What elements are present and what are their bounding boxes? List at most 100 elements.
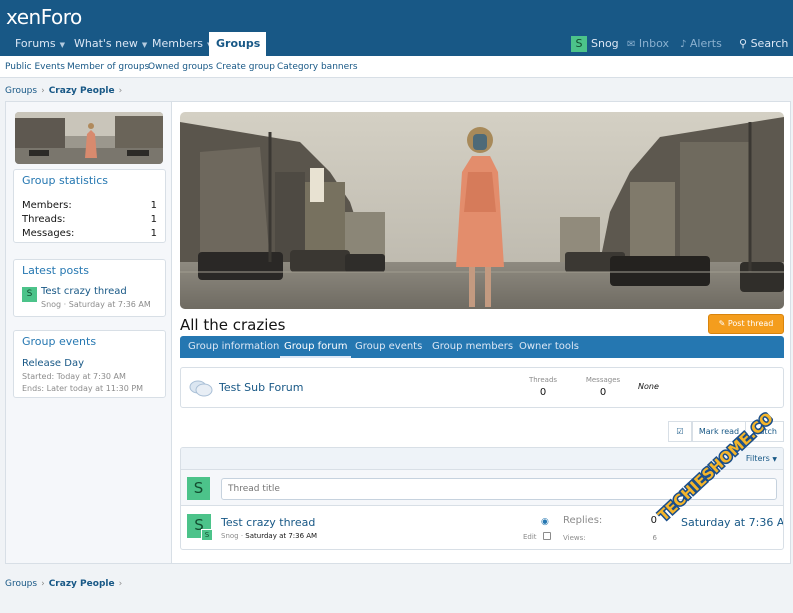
- views-label: Views:: [563, 534, 586, 542]
- subforum-link[interactable]: Test Sub Forum: [219, 381, 303, 394]
- checkbox-icon: ☑: [676, 427, 684, 436]
- envelope-icon: ✉: [627, 39, 636, 50]
- group-title: All the crazies: [180, 316, 286, 334]
- latest-post-meta: Snog · Saturday at 7:36 AM: [41, 300, 151, 309]
- user-avatar: S: [571, 36, 587, 52]
- stat-value: 1: [150, 228, 157, 239]
- group-events-block: Group events Release Day Started: Today …: [13, 330, 166, 398]
- threads-count: 0: [539, 387, 547, 398]
- caret-down-icon: ▼: [772, 456, 777, 463]
- breadcrumb-groups[interactable]: Groups: [5, 579, 37, 589]
- last-post: None: [638, 382, 659, 391]
- avatar[interactable]: S: [187, 477, 210, 500]
- nav-whats-new[interactable]: What's new ▼: [67, 32, 154, 56]
- multi-select-button[interactable]: ☑: [668, 421, 692, 442]
- thread-title-link[interactable]: Test crazy thread: [221, 516, 315, 529]
- stat-row: Members: 1: [22, 200, 157, 211]
- alerts-label: Alerts: [689, 37, 722, 50]
- breadcrumb-bottom: Groups › Crazy People ›: [5, 579, 126, 589]
- chevron-right-icon: ›: [41, 579, 45, 589]
- tab-group-members[interactable]: Group members: [428, 336, 517, 358]
- last-post-date[interactable]: Saturday at 7:36 AM: [681, 516, 783, 529]
- user-menu[interactable]: S Snog: [571, 32, 619, 56]
- stat-value: 1: [150, 200, 157, 211]
- subnav-category-banners[interactable]: Category banners: [277, 56, 358, 78]
- event-start: Started: Today at 7:30 AM: [22, 372, 126, 381]
- main-nav: Forums▼ What's new▼ Members ▼ Groups S Sno…: [0, 32, 793, 58]
- stat-label: Members:: [22, 200, 72, 211]
- tab-group-forum[interactable]: Group forum: [280, 336, 352, 358]
- header: xenForo Forums▼ What's new▼ Members ▼ Gro…: [0, 0, 793, 58]
- subnav-create-group[interactable]: Create group: [216, 56, 275, 78]
- filters-menu[interactable]: Filters ▼: [746, 448, 777, 471]
- subforum-row: Test Sub Forum Threads 0 Messages 0 None: [180, 367, 784, 408]
- bell-icon: ♪: [680, 39, 687, 50]
- avatar[interactable]: S: [22, 287, 37, 302]
- group-statistics-block: Group statistics Members: 1 Threads: 1 Mes…: [13, 169, 166, 243]
- stat-label: Messages:: [22, 228, 75, 239]
- block-title: Group events: [22, 335, 97, 348]
- inbox-label: Inbox: [638, 37, 669, 50]
- subnav-owned-groups[interactable]: Owned groups: [148, 56, 213, 78]
- stat-row: Messages: 1: [22, 228, 157, 239]
- page: xenForo Forums▼ What's new▼ Members▼ Gro…: [0, 0, 793, 613]
- nav-label: What's new: [74, 37, 138, 50]
- inbox-link[interactable]: ✉ Inbox: [627, 32, 669, 56]
- stat-label: Threads:: [22, 214, 66, 225]
- event-end: Ends: Later today at 11:30 PM: [22, 384, 144, 393]
- filters-label: Filters: [745, 454, 770, 463]
- replies-label: Replies:: [563, 515, 603, 526]
- tab-owner-tools[interactable]: Owner tools: [515, 336, 583, 358]
- chevron-right-icon: ›: [118, 579, 123, 589]
- breadcrumb: Groups › Crazy People ›: [5, 86, 126, 96]
- edit-link[interactable]: Edit: [523, 533, 537, 541]
- replies-count: 0: [650, 515, 657, 526]
- threads-header: Threads: [528, 376, 558, 384]
- subnav-member-of-groups[interactable]: Member of groups: [67, 56, 149, 78]
- tab-group-information[interactable]: Group information: [184, 336, 283, 358]
- nav-label: Forums: [15, 37, 56, 50]
- thread-row: S S Test crazy thread Snog · Saturday at…: [181, 506, 783, 549]
- post-thread-label: Post thread: [727, 319, 774, 328]
- group-tabs: Group information Group forum Group even…: [180, 336, 784, 358]
- nav-label: Groups: [216, 37, 261, 50]
- chevron-right-icon: ›: [118, 86, 123, 96]
- latest-post-link[interactable]: Test crazy thread: [41, 286, 127, 297]
- alerts-link[interactable]: ♪ Alerts: [680, 32, 722, 56]
- site-logo[interactable]: xenForo: [6, 5, 82, 29]
- thread-meta: Snog · Saturday at 7:36 AM: [221, 532, 318, 540]
- user-name: Snog: [591, 37, 619, 50]
- filter-bar: Filters ▼: [181, 448, 783, 470]
- views-count: 6: [652, 534, 657, 542]
- messages-count: 0: [599, 387, 607, 398]
- sidebar: Group statistics Members: 1 Threads: 1 Mes…: [6, 102, 172, 563]
- forum-bubbles-icon: [189, 380, 213, 397]
- thread-date[interactable]: Saturday at 7:36 AM: [245, 532, 317, 540]
- breadcrumb-current[interactable]: Crazy People: [49, 86, 115, 96]
- caret-down-icon: ▼: [59, 41, 65, 49]
- nav-groups[interactable]: Groups: [209, 32, 266, 58]
- breadcrumb-groups[interactable]: Groups: [5, 86, 37, 96]
- search-label: Search: [750, 37, 789, 50]
- messages-header: Messages: [585, 376, 621, 384]
- stat-value: 1: [150, 214, 157, 225]
- subnav-public-events[interactable]: Public Events: [5, 56, 65, 78]
- search-icon: ⚲: [739, 37, 748, 50]
- tab-group-events[interactable]: Group events: [351, 336, 426, 358]
- chevron-right-icon: ›: [41, 86, 45, 96]
- search-link[interactable]: ⚲ Search: [739, 32, 788, 56]
- thread-author[interactable]: Snog: [221, 532, 239, 540]
- post-thread-button[interactable]: ✎ Post thread: [708, 314, 784, 334]
- avatar-small[interactable]: S: [201, 529, 213, 541]
- pencil-icon: ✎: [718, 319, 726, 328]
- nav-forums[interactable]: Forums ▼: [8, 32, 72, 56]
- group-avatar-image[interactable]: [15, 112, 163, 164]
- block-title: Latest posts: [22, 264, 89, 277]
- sub-nav: Public Events Member of groups Owned gro…: [0, 56, 793, 78]
- event-link[interactable]: Release Day: [22, 358, 84, 369]
- nav-label: Members: [152, 37, 203, 50]
- select-checkbox[interactable]: [543, 532, 551, 540]
- eye-icon: ◉: [541, 517, 549, 527]
- breadcrumb-current[interactable]: Crazy People: [49, 579, 115, 589]
- stat-row: Threads: 1: [22, 214, 157, 225]
